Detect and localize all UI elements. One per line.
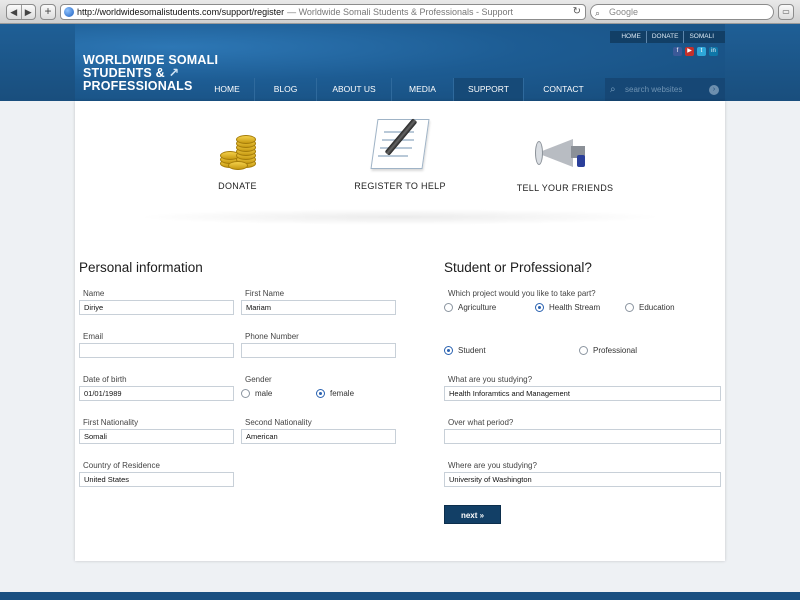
nav-blog[interactable]: BLOG	[254, 78, 316, 101]
first-nationality-label: First Nationality	[83, 418, 139, 427]
gender-male-radio[interactable]: male	[241, 389, 272, 398]
health-stream-label: Health Stream	[549, 303, 601, 312]
education-label: Education	[639, 303, 675, 312]
footer-band	[0, 592, 800, 600]
radio-student-dot	[444, 346, 453, 355]
register-form-icon	[368, 115, 432, 173]
project-agriculture-radio[interactable]: Agriculture	[444, 303, 496, 312]
social-icons: f ▶ t in	[673, 47, 718, 56]
site-search-input[interactable]: ⌕ search websites ›	[605, 78, 725, 101]
toplink-home[interactable]: HOME	[616, 31, 647, 43]
name-input[interactable]: Diriye	[79, 300, 234, 315]
bookmarks-button[interactable]: ▭	[778, 4, 794, 20]
second-nationality-label: Second Nationality	[245, 418, 312, 427]
search-icon: ⌕	[595, 8, 601, 18]
site-logo[interactable]: WORLDWIDE SOMALI STUDENTS & ↗ PROFESSION…	[83, 54, 218, 93]
search-go-icon[interactable]: ›	[709, 85, 719, 95]
professional-label: Professional	[593, 346, 638, 355]
feature-donate[interactable]: DONATE	[195, 131, 280, 191]
search-icon: ⌕	[610, 84, 616, 95]
browser-search-placeholder: Google	[609, 7, 639, 17]
project-health-stream-radio[interactable]: Health Stream	[535, 303, 600, 312]
personal-info-title: Personal information	[79, 260, 203, 275]
site-search-placeholder: search websites	[625, 85, 683, 94]
page-title-text: — Worldwide Somali Students & Profession…	[287, 7, 514, 17]
nav-home[interactable]: HOME	[200, 78, 254, 101]
back-button[interactable]: ◀	[7, 5, 22, 19]
student-professional-title: Student or Professional?	[444, 260, 592, 275]
facebook-icon[interactable]: f	[673, 47, 682, 56]
content-panel: DONATE REGISTER TO HELP TELL YOUR FRIEND…	[75, 101, 725, 561]
new-tab-button[interactable]: +	[40, 4, 56, 20]
logo-line-2: STUDENTS &	[83, 66, 165, 80]
toplink-donate[interactable]: DONATE	[647, 31, 685, 43]
logo-mark-icon: ↗	[168, 66, 180, 80]
gender-female-label: female	[330, 389, 355, 398]
where-input[interactable]: University of Washington	[444, 472, 721, 487]
first-nationality-input[interactable]: Somali	[79, 429, 234, 444]
study-input[interactable]: Health Inforamtics and Management	[444, 386, 721, 401]
second-nationality-input[interactable]: American	[241, 429, 396, 444]
nav-media[interactable]: MEDIA	[391, 78, 453, 101]
role-professional-radio[interactable]: Professional	[579, 346, 637, 355]
tell-friends-label: TELL YOUR FRIENDS	[516, 183, 614, 193]
reload-icon[interactable]: ↻	[573, 5, 581, 19]
logo-line-3: PROFESSIONALS	[83, 79, 193, 93]
period-input[interactable]	[444, 429, 721, 444]
nav-contact[interactable]: CONTACT	[523, 78, 603, 101]
radio-female-dot	[316, 389, 325, 398]
coins-icon	[218, 131, 258, 171]
top-links: HOME DONATE SOMALI	[610, 31, 725, 43]
donate-label: DONATE	[218, 181, 257, 191]
agriculture-label: Agriculture	[458, 303, 497, 312]
linkedin-icon[interactable]: in	[709, 47, 718, 56]
gender-female-radio[interactable]: female	[316, 389, 354, 398]
name-label: Name	[83, 289, 105, 298]
register-label: REGISTER TO HELP	[354, 181, 446, 191]
main-nav: HOME BLOG ABOUT US MEDIA SUPPORT CONTACT	[200, 78, 603, 101]
email-input[interactable]	[79, 343, 234, 358]
study-label: What are you studying?	[448, 375, 533, 384]
dob-label: Date of birth	[83, 375, 127, 384]
browser-toolbar: ◀ ▶ + http://worldwidesomalistudents.com…	[0, 0, 800, 24]
megaphone-icon	[535, 137, 595, 171]
phone-input[interactable]	[241, 343, 396, 358]
feature-tell-friends[interactable]: TELL YOUR FRIENDS	[515, 137, 615, 193]
project-education-radio[interactable]: Education	[625, 303, 675, 312]
url-text: http://worldwidesomalistudents.com/suppo…	[77, 7, 285, 17]
address-bar[interactable]: http://worldwidesomalistudents.com/suppo…	[60, 4, 586, 20]
student-label: Student	[458, 346, 486, 355]
project-label: Which project would you like to take par…	[448, 289, 596, 298]
residence-input[interactable]: United States	[79, 472, 234, 487]
twitter-icon[interactable]: t	[697, 47, 706, 56]
radio-agriculture-dot	[444, 303, 453, 312]
radio-health-stream-dot	[535, 303, 544, 312]
email-label: Email	[83, 332, 104, 341]
radio-professional-dot	[579, 346, 588, 355]
radio-education-dot	[625, 303, 634, 312]
where-label: Where are you studying?	[448, 461, 537, 470]
feature-register[interactable]: REGISTER TO HELP	[350, 115, 450, 191]
radio-male-dot	[241, 389, 250, 398]
browser-search-field[interactable]: ⌕ Google	[590, 4, 774, 20]
dob-input[interactable]: 01/01/1989	[79, 386, 234, 401]
nav-support[interactable]: SUPPORT	[453, 78, 523, 101]
globe-icon	[64, 7, 74, 17]
youtube-icon[interactable]: ▶	[685, 47, 694, 56]
gender-label: Gender	[245, 375, 272, 384]
gender-male-label: male	[255, 389, 273, 398]
forward-button[interactable]: ▶	[22, 5, 36, 19]
site-header: WORLDWIDE SOMALI STUDENTS & ↗ PROFESSION…	[75, 24, 725, 101]
nav-about-us[interactable]: ABOUT US	[316, 78, 391, 101]
toplink-somali[interactable]: SOMALI	[684, 31, 719, 43]
residence-label: Country of Residence	[83, 461, 160, 470]
role-student-radio[interactable]: Student	[444, 346, 486, 355]
section-divider	[135, 209, 665, 225]
phone-label: Phone Number	[245, 332, 299, 341]
first-name-input[interactable]: Mariam	[241, 300, 396, 315]
period-label: Over what period?	[448, 418, 514, 427]
first-name-label: First Name	[245, 289, 285, 298]
next-button[interactable]: next »	[444, 505, 501, 524]
history-buttons: ◀ ▶	[6, 4, 36, 20]
